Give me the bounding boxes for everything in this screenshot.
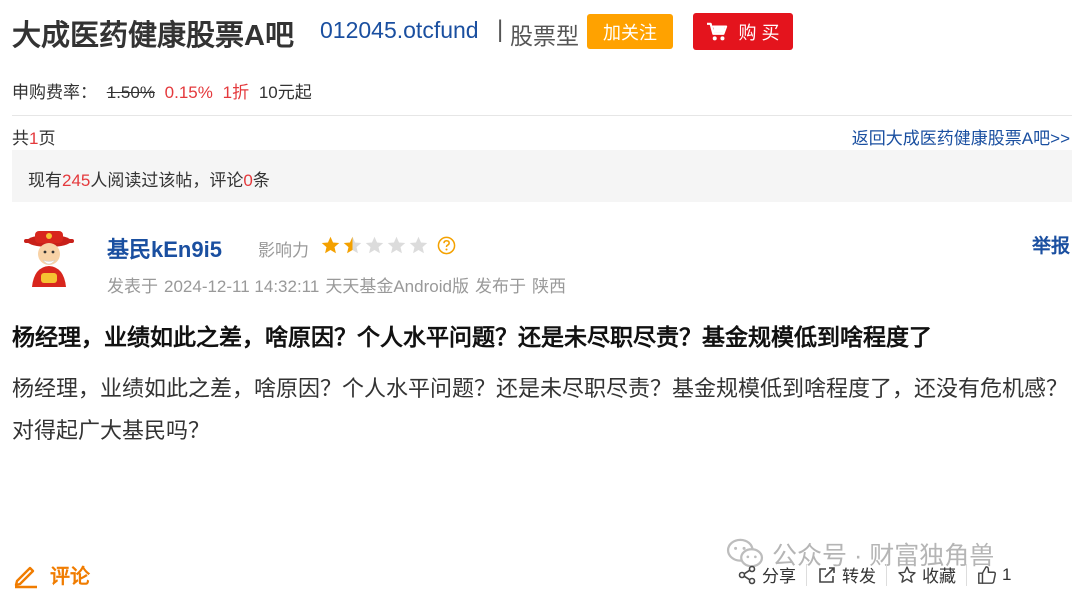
fund-type-label: 股票型 (510, 23, 579, 49)
post-actions: 分享 转发 收藏 1 (727, 562, 1021, 587)
star-full-icon (321, 236, 340, 254)
influence-label: 影响力 (258, 241, 309, 260)
pencil-icon (14, 566, 37, 588)
header-separator: | (497, 16, 504, 43)
influence-rating (320, 235, 429, 256)
back-to-bar-link[interactable]: 返回大成医药健康股票A吧>> (852, 124, 1070, 149)
repost-button[interactable]: 转发 (807, 562, 886, 587)
post-title: 杨经理，业绩如此之差，啥原因？个人水平问题？还是未尽职尽责？基金规模低到啥程度了 (12, 324, 932, 350)
thumbs-up-icon (978, 565, 996, 584)
buy-button-label: 购 买 (738, 22, 780, 43)
star-half-icon (343, 236, 362, 254)
post-timestamp: 2024-12-11 14:32:11 (164, 277, 320, 296)
fund-code-link[interactable]: 012045.otcfund (320, 17, 479, 44)
share-button[interactable]: 分享 (727, 562, 806, 587)
star-empty-icon (409, 236, 428, 254)
fee-row: 申购费率： 1.50% 0.15% 1折 10元起 (12, 78, 317, 103)
avatar[interactable] (18, 227, 80, 289)
share-icon (738, 565, 756, 584)
post-body: 杨经理，业绩如此之差，啥原因？个人水平问题？还是未尽职尽责？基金规模低到啥程度了… (12, 376, 1069, 443)
favorite-button[interactable]: 收藏 (887, 562, 966, 587)
username-link[interactable]: 基民kEn9i5 (107, 232, 222, 264)
comment-button[interactable]: 评论 (12, 560, 90, 589)
fee-new-rate: 0.15% (164, 83, 213, 102)
page-count: 共1页 (12, 129, 56, 148)
fee-min-amount: 10元起 (258, 83, 312, 102)
star-outline-icon (898, 565, 916, 583)
star-empty-icon (387, 236, 406, 254)
fee-old-rate: 1.50% (106, 83, 155, 102)
post-client: 天天基金Android版 (325, 277, 469, 296)
cart-icon (707, 22, 728, 40)
like-button[interactable]: 1 (967, 565, 1021, 585)
help-icon[interactable] (437, 236, 456, 255)
report-button[interactable]: 举报 (1032, 231, 1070, 258)
buy-button[interactable]: 购 买 (693, 13, 793, 50)
star-empty-icon (365, 236, 384, 254)
post-location: 陕西 (531, 277, 566, 296)
follow-button[interactable]: 加关注 (587, 14, 673, 49)
fee-discount: 1折 (222, 83, 250, 102)
comment-label: 评论 (50, 566, 90, 588)
like-count: 1 (1002, 564, 1012, 584)
divider (12, 115, 1072, 116)
repost-icon (819, 566, 835, 583)
read-stats: 现有245人阅读过该帖，评论0条 (28, 171, 270, 190)
fee-label: 申购费率： (12, 83, 97, 102)
post-meta: 发表于 2024-12-11 14:32:11 天天基金Android版 发布于 陕西 (107, 277, 566, 296)
bar-title: 大成医药健康股票A吧 (12, 20, 294, 52)
